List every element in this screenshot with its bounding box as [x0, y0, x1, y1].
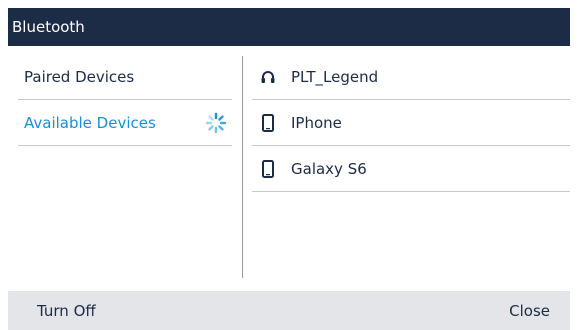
- menu-item-label: Paired Devices: [24, 67, 135, 86]
- content-area: Paired Devices Available Devices PLT_Leg…: [8, 46, 570, 291]
- title-bar: Bluetooth: [8, 8, 570, 46]
- bluetooth-screen: Bluetooth Paired Devices Available Devic…: [0, 0, 578, 330]
- page-title: Bluetooth: [12, 18, 85, 36]
- softkey-bar: Turn Off Close: [8, 291, 570, 330]
- turn-off-button[interactable]: Turn Off: [37, 291, 96, 330]
- close-button[interactable]: Close: [509, 291, 550, 330]
- pane-divider: [242, 56, 243, 278]
- device-name: IPhone: [291, 113, 342, 132]
- softkey-label: Close: [509, 301, 550, 320]
- device-row-galaxy-s6[interactable]: Galaxy S6: [252, 146, 570, 192]
- left-menu: Paired Devices Available Devices: [8, 46, 234, 291]
- menu-item-available-devices[interactable]: Available Devices: [18, 100, 232, 146]
- device-name: PLT_Legend: [291, 67, 379, 86]
- spinner-icon: [205, 112, 227, 134]
- device-list: PLT_Legend IPhone Galaxy S6: [252, 46, 570, 291]
- headset-icon: [257, 66, 279, 88]
- menu-item-label: Available Devices: [24, 113, 156, 132]
- phone-icon: [257, 158, 279, 180]
- device-row-plt-legend[interactable]: PLT_Legend: [252, 54, 570, 100]
- phone-icon: [257, 112, 279, 134]
- device-name: Galaxy S6: [291, 159, 367, 178]
- menu-item-paired-devices[interactable]: Paired Devices: [18, 54, 232, 100]
- softkey-label: Turn Off: [37, 301, 96, 320]
- device-row-iphone[interactable]: IPhone: [252, 100, 570, 146]
